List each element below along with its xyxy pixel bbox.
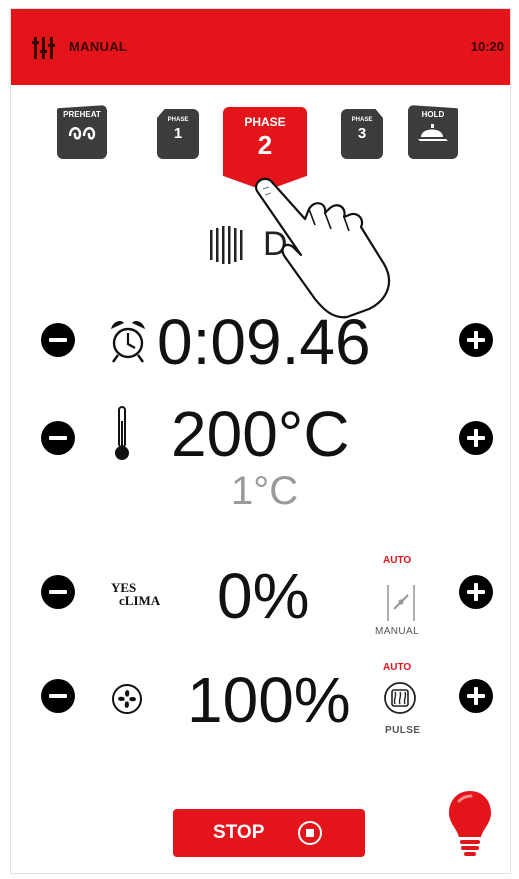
probe-temperature: 1°C [231,469,299,513]
humidity-increase-button[interactable] [459,575,493,609]
temperature-decrease-button[interactable] [41,421,75,455]
heat-pulse-icon[interactable] [383,681,417,715]
humidity-decrease-button[interactable] [41,575,75,609]
preheat-label: PREHEAT [63,110,101,119]
damper-valve-icon[interactable] [385,583,417,623]
hold-button[interactable]: HOLD [408,105,458,159]
timer-increase-button[interactable] [459,323,493,357]
humidity-value[interactable]: 0% [217,559,310,633]
fan-pulse-label[interactable]: PULSE [385,725,420,736]
fan-decrease-button[interactable] [41,679,75,713]
header-bar: MANUAL 10:20 [11,9,510,85]
cloche-icon [418,124,448,141]
light-bulb-icon[interactable] [447,789,493,859]
alarm-clock-icon [111,321,145,363]
fan-icon [112,684,142,714]
fan-increase-button[interactable] [459,679,493,713]
phase-3-label: PHASE [351,117,373,123]
fan-speed-value[interactable]: 100% [187,663,351,737]
phase-2-label: PHASE [244,115,286,129]
preheat-button[interactable]: PREHEAT [57,105,107,159]
phase-2-number: 2 [257,130,273,160]
page-title: MANUAL [69,39,128,54]
yes-clima-logo-clima: cLIMA [119,593,161,608]
oven-screen: MANUAL 10:20 PREHEAT PHASE 1 PHASE 2 PHA… [10,8,511,874]
stop-square-icon [298,821,322,845]
hold-label: HOLD [421,110,445,119]
phase-3-number: 3 [357,125,367,142]
temperature-increase-button[interactable] [459,421,493,455]
tap-hand-icon [255,177,391,319]
phase-1-label: PHASE [167,117,189,123]
phase-1-button[interactable]: PHASE 1 [157,109,199,159]
settings-sliders-icon[interactable] [31,35,57,61]
stop-label: STOP [213,822,265,843]
timer-value[interactable]: 0:09.46 [157,305,371,379]
stop-button[interactable]: STOP [173,809,365,857]
temperature-setpoint[interactable]: 200°C [171,397,350,471]
yes-clima-logo: YES cLIMA [111,581,160,607]
phase-3-button[interactable]: PHASE 3 [341,109,383,159]
timer-decrease-button[interactable] [41,323,75,357]
clock-time: 10:20 [470,39,504,54]
humidity-auto-label[interactable]: AUTO [383,555,411,566]
humidity-manual-label[interactable]: MANUAL [375,626,419,637]
thermometer-icon [115,406,129,460]
phase-1-number: 1 [173,125,183,142]
preheat-coil-icon [68,127,96,140]
cooking-mode-icon[interactable] [207,224,245,266]
fan-auto-label[interactable]: AUTO [383,662,411,673]
